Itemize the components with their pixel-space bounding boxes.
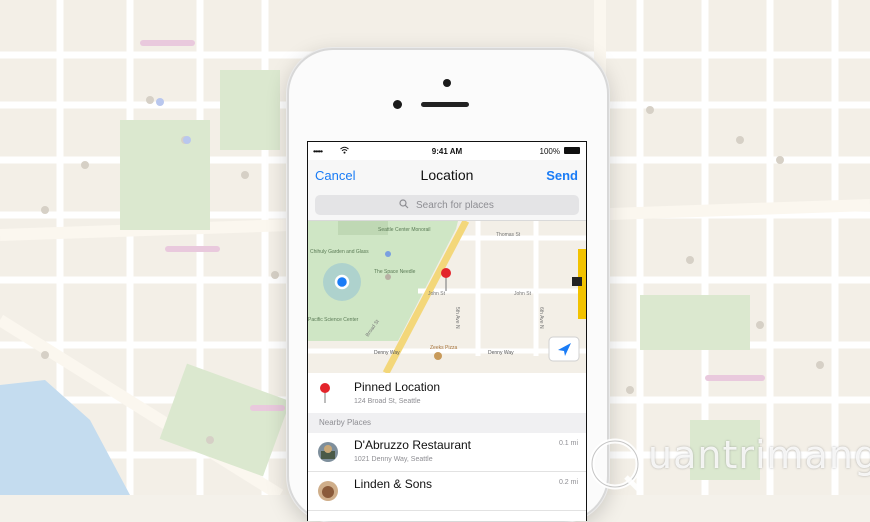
map-label-chihuly: Chihuly Garden and Glass: [310, 249, 369, 255]
map-label-space-needle: The Space Needle: [374, 269, 416, 275]
map-label-john-st: John St: [428, 291, 446, 297]
send-button[interactable]: Send: [546, 168, 578, 183]
current-location-dot: [334, 274, 350, 290]
restaurant-thumbnail: [318, 442, 338, 462]
pinned-location-address: 124 Broad St, Seattle: [354, 398, 421, 405]
map-label-zeeks: Zeeks Pizza: [430, 345, 457, 351]
place-distance: 0.1 mi: [558, 440, 578, 447]
nearby-places-label: Nearby Places: [319, 418, 372, 427]
phone-screen: ••••• 9:41 AM 100% Cancel Location Send …: [307, 141, 587, 521]
locate-me-button[interactable]: [548, 336, 580, 362]
pinned-location-row[interactable]: Pinned Location 124 Broad St, Seattle: [308, 373, 586, 413]
search-icon: [399, 199, 409, 209]
status-bar: ••••• 9:41 AM 100%: [308, 142, 586, 160]
watermark: uantrimang: [582, 427, 870, 495]
earpiece-speaker: [421, 102, 469, 107]
map-label-science-center: Pacific Science Center: [308, 317, 359, 323]
place-name: Linden & Sons: [354, 477, 433, 491]
search-bar: Search for places: [308, 190, 586, 221]
map-label-denny-way: Denny Way: [374, 350, 400, 356]
map-label-seattle-center: Seattle Center Monorail: [378, 227, 431, 233]
map-label-john-st-2: John St: [514, 291, 532, 297]
place-name: D'Abruzzo Restaurant: [354, 438, 472, 452]
nearby-places-header: Nearby Places: [308, 413, 586, 433]
battery-percent: 100%: [539, 147, 560, 156]
watermark-logo-icon: [589, 438, 641, 491]
map-label-6th-ave: 6th Ave N: [538, 307, 544, 329]
navigation-bar: Cancel Location Send: [308, 160, 586, 190]
map-view[interactable]: Seattle Center Monorail Chihuly Garden a…: [308, 221, 586, 373]
search-placeholder: Search for places: [416, 200, 494, 211]
map-label-5th-ave: 5th Ave N: [454, 307, 460, 329]
shop-thumbnail: [318, 481, 338, 501]
pinned-location-title: Pinned Location: [354, 380, 441, 394]
list-item[interactable]: D'Abruzzo Restaurant 1021 Denny Way, Sea…: [308, 433, 586, 472]
map-label-thomas-st: Thomas St: [496, 232, 521, 238]
map-pin-icon: [320, 383, 330, 403]
battery-icon: [564, 147, 580, 154]
map-label-denny-way-2: Denny Way: [488, 350, 514, 356]
place-distance: 0.2 mi: [558, 479, 578, 486]
front-camera: [443, 79, 451, 87]
phone-frame: ••••• 9:41 AM 100% Cancel Location Send …: [287, 48, 609, 522]
proximity-sensor: [393, 100, 402, 109]
watermark-text: uantrimang: [648, 433, 870, 477]
place-address: 1021 Denny Way, Seattle: [354, 456, 433, 463]
search-input[interactable]: Search for places: [315, 195, 579, 215]
page-title: Location: [420, 167, 474, 183]
list-item[interactable]: Linden & Sons 0.2 mi: [308, 472, 586, 511]
